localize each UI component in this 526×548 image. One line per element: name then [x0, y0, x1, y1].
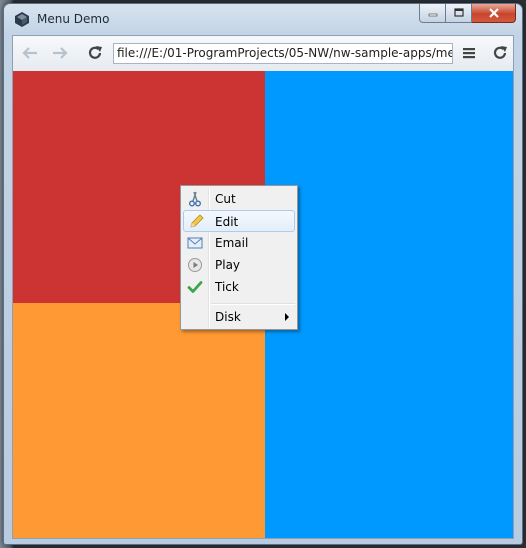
submenu-arrow-icon [285, 313, 289, 321]
menu-item-edit[interactable]: Edit [183, 210, 295, 232]
blue-block [265, 71, 513, 538]
maximize-icon [453, 8, 464, 17]
pencil-icon [190, 214, 204, 228]
play-icon [188, 258, 202, 272]
checkmark-icon [187, 281, 203, 293]
context-menu: Cut Edit Email Play Tick Disk [180, 185, 298, 330]
close-icon [488, 8, 499, 18]
menu-separator [211, 303, 295, 305]
minimize-button[interactable] [419, 4, 446, 23]
envelope-icon [187, 237, 203, 249]
browser-toolbar: file:///E:/01-ProgramProjects/05-NW/nw-s… [12, 35, 514, 71]
menu-item-label: Edit [215, 215, 239, 229]
minimize-icon [428, 13, 437, 17]
window-title: Menu Demo [37, 12, 110, 26]
forward-button[interactable] [49, 42, 71, 64]
menu-item-cut[interactable]: Cut [183, 188, 295, 210]
menu-item-label: Email [215, 236, 249, 250]
close-button[interactable] [472, 4, 516, 23]
title-bar[interactable]: Menu Demo [4, 4, 522, 34]
node-webkit-icon [15, 12, 29, 27]
url-bar[interactable]: file:///E:/01-ProgramProjects/05-NW/nw-s… [113, 43, 453, 64]
menu-item-label: Cut [215, 192, 236, 206]
menu-item-label: Play [215, 258, 241, 272]
orange-block [13, 303, 265, 538]
scissors-icon [189, 191, 201, 207]
menu-item-label: Tick [215, 280, 239, 294]
reload-icon [493, 46, 507, 59]
reload-button[interactable] [84, 42, 106, 64]
forward-arrow-icon [53, 47, 68, 59]
menu-item-label: Disk [215, 310, 241, 324]
reload-button-right[interactable] [489, 42, 511, 64]
maximize-button[interactable] [446, 4, 472, 23]
window-controls [419, 4, 516, 24]
back-button[interactable] [19, 42, 41, 64]
menu-button[interactable] [458, 42, 480, 64]
hamburger-menu-icon [463, 48, 475, 59]
back-arrow-icon [22, 47, 37, 59]
menu-item-play[interactable]: Play [183, 254, 295, 276]
reload-icon [88, 46, 102, 59]
menu-item-email[interactable]: Email [183, 232, 295, 254]
menu-item-tick[interactable]: Tick [183, 276, 295, 298]
menu-item-disk[interactable]: Disk [183, 306, 295, 328]
